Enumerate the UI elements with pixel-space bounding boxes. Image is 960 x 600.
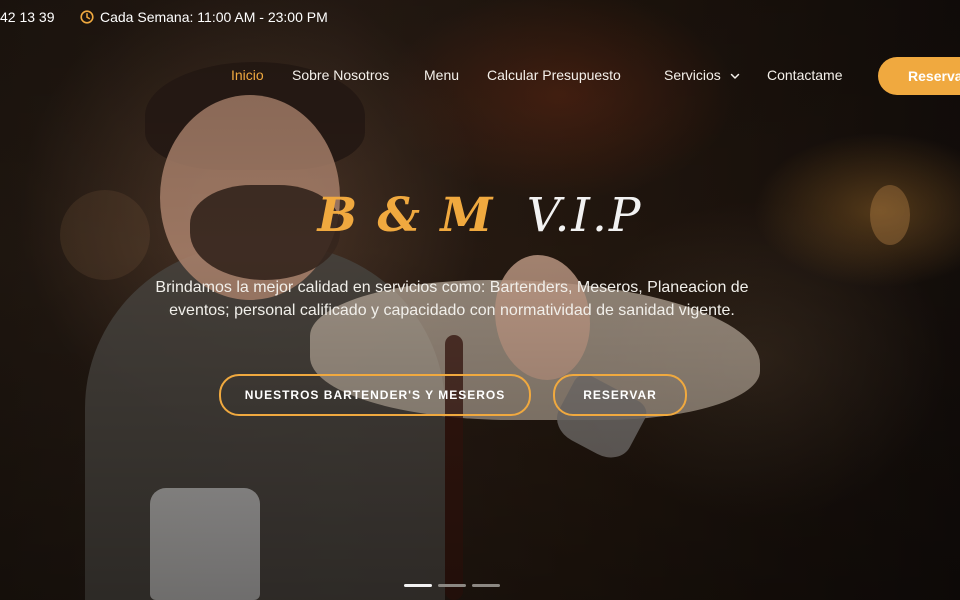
nav-item-sobre-nosotros[interactable]: Sobre Nosotros [292,67,389,83]
carousel-indicators [404,584,504,588]
brand-name-right: V.I.P [526,188,643,243]
hero-brand-title: B & M V.I.P [0,188,960,248]
reservar-hero-button[interactable]: RESERVAR [553,374,687,416]
nav-item-servicios[interactable]: Servicios [664,67,740,83]
opening-hours-text: Cada Semana: 11:00 AM - 23:00 PM [100,9,328,25]
brand-name-left: B & M [317,188,495,243]
nav-item-menu[interactable]: Menu [424,67,459,83]
nav-item-contactame[interactable]: Contactame [767,67,842,83]
servicios-label: Servicios [664,67,721,83]
nav-item-inicio[interactable]: Inicio [231,67,264,83]
opening-hours: Cada Semana: 11:00 AM - 23:00 PM [80,9,328,25]
topbar: 42 13 39 Cada Semana: 11:00 AM - 23:00 P… [0,0,960,36]
phone-number: 42 13 39 [0,9,55,25]
clock-icon [80,10,94,24]
reservar-nav-button[interactable]: Reservar [878,57,960,95]
chevron-down-icon [730,71,740,81]
nav-item-calcular-presupuesto[interactable]: Calcular Presupuesto [487,67,621,83]
staff-button[interactable]: NUESTROS BARTENDER'S Y MESEROS [219,374,531,416]
hero-description: Brindamos la mejor calidad en servicios … [155,279,749,319]
carousel-indicator-2[interactable] [438,584,466,587]
carousel-indicator-1[interactable] [404,584,432,587]
main-navigation: Inicio Sobre Nosotros Menu Calcular Pres… [220,57,960,97]
carousel-indicator-3[interactable] [472,584,500,587]
